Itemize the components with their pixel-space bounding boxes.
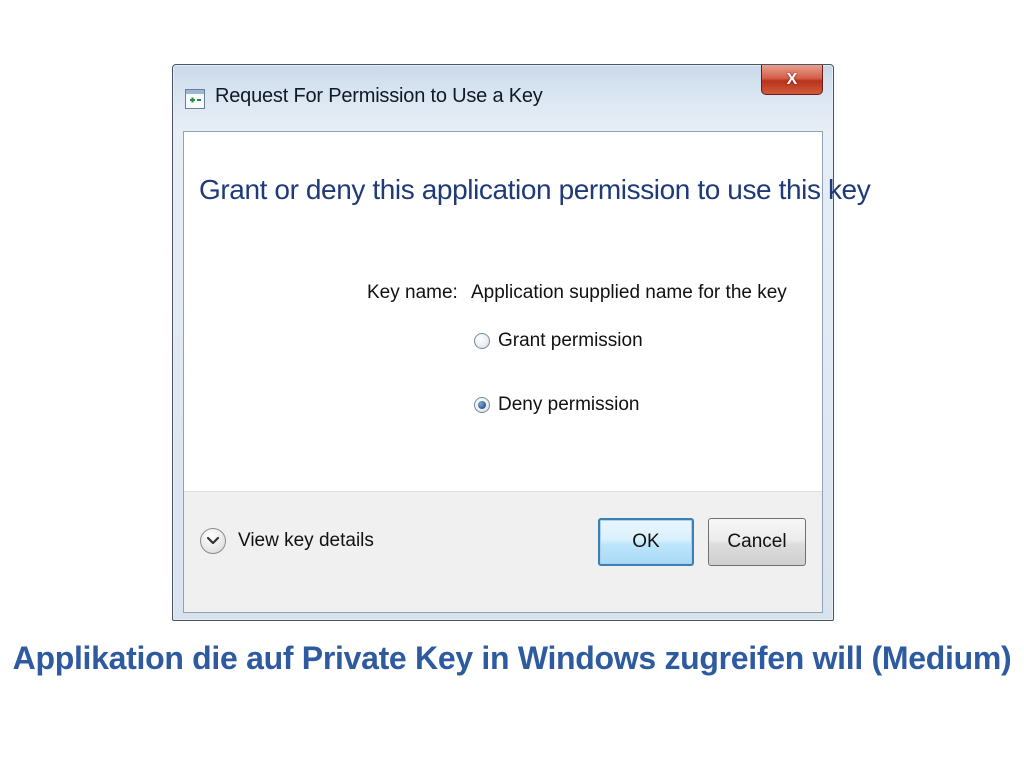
deny-permission-radio[interactable] (474, 397, 490, 413)
cancel-button[interactable]: Cancel (708, 518, 806, 566)
grant-permission-label: Grant permission (498, 330, 643, 351)
dialog-heading: Grant or deny this application permissio… (199, 174, 871, 205)
dialog-footer: View key details OK Cancel (184, 491, 822, 612)
key-window-icon (185, 89, 205, 109)
view-key-details-label: View key details (238, 530, 374, 551)
close-button[interactable]: X (761, 65, 823, 95)
view-key-details-toggle[interactable]: View key details (200, 528, 374, 554)
title-bar: Request For Permission to Use a Key X (173, 65, 833, 131)
close-icon: X (786, 70, 798, 88)
deny-permission-label: Deny permission (498, 394, 640, 415)
chevron-down-icon[interactable] (200, 528, 226, 554)
permission-dialog: Request For Permission to Use a Key X Gr… (172, 64, 871, 621)
slide-caption: Applikation die auf Private Key in Windo… (12, 640, 1012, 676)
window-title: Request For Permission to Use a Key (215, 85, 543, 107)
ok-button[interactable]: OK (598, 518, 694, 566)
deny-permission-option[interactable]: Deny permission (474, 394, 640, 416)
key-name-label: Key name: (367, 282, 458, 303)
key-name-value: Application supplied name for the key (471, 282, 787, 303)
grant-permission-option[interactable]: Grant permission (474, 330, 643, 352)
grant-permission-radio[interactable] (474, 333, 490, 349)
dialog-content: Grant or deny this application permissio… (183, 131, 871, 613)
